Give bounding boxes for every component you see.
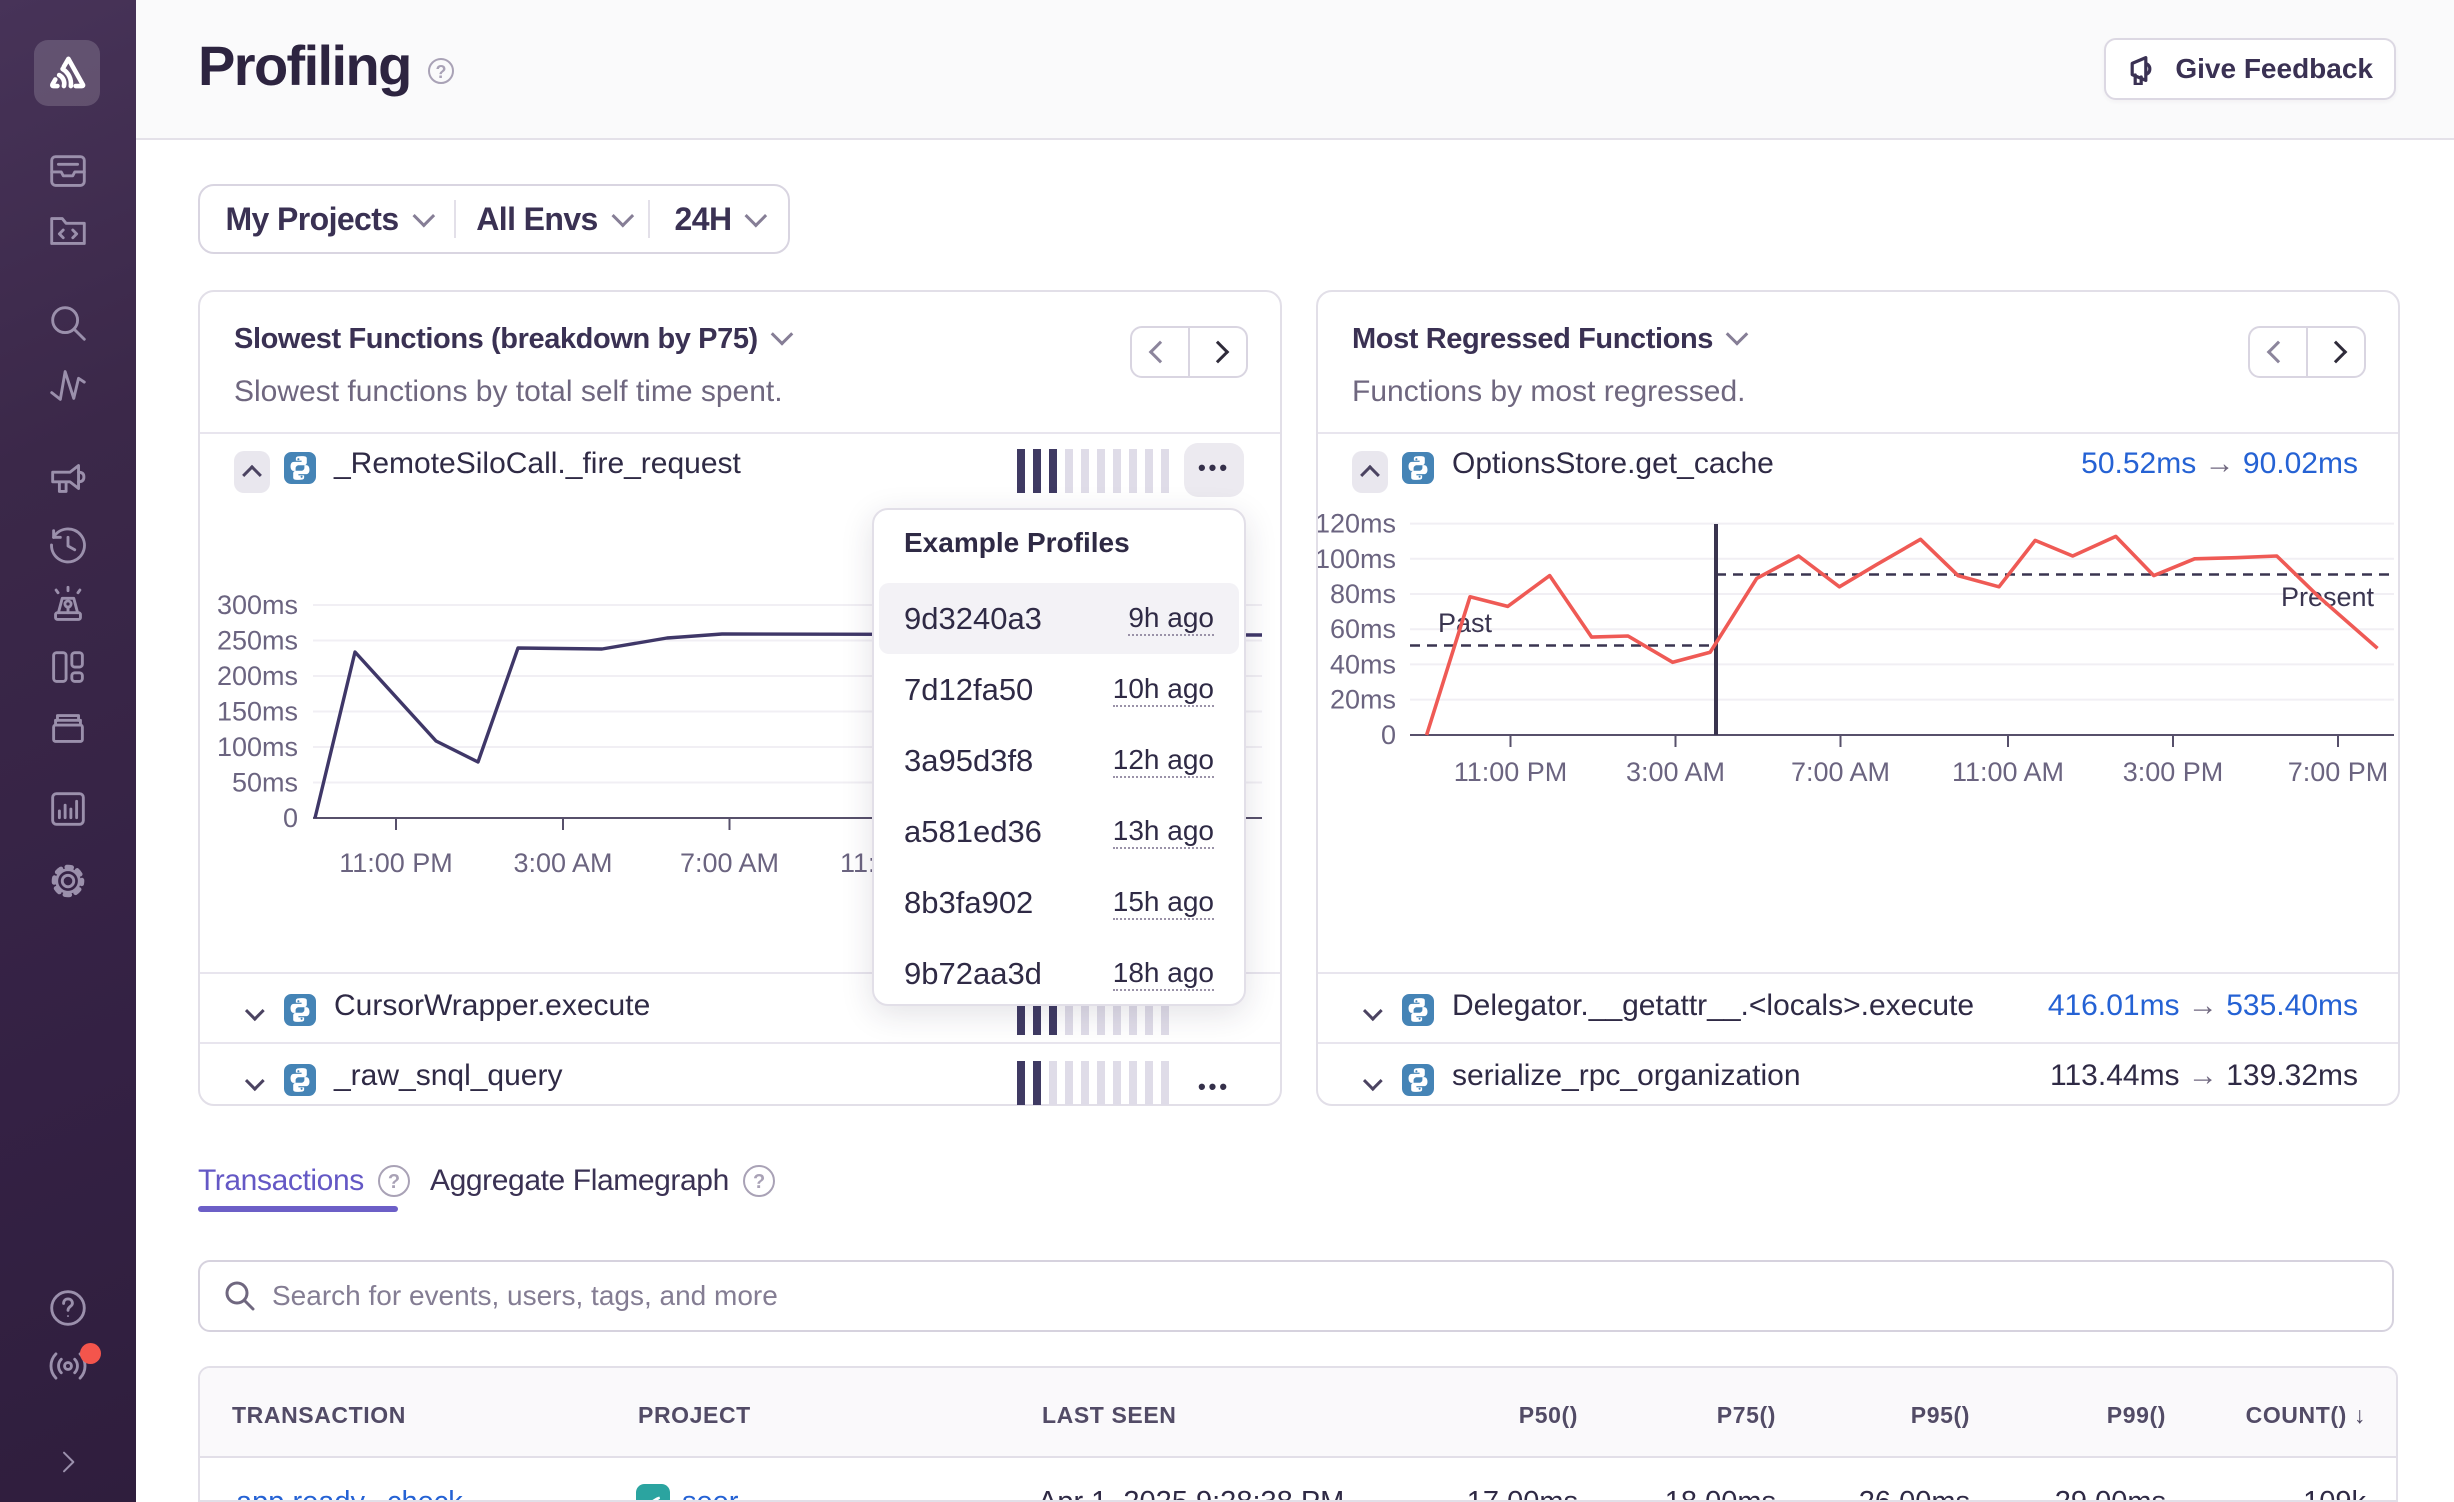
svg-text:3:00 PM: 3:00 PM (2123, 757, 2224, 787)
svg-text:3:00 AM: 3:00 AM (513, 848, 612, 878)
svg-text:3:00 AM: 3:00 AM (1626, 757, 1725, 787)
svg-text:11:00 PM: 11:00 PM (339, 848, 453, 878)
svg-text:100ms: 100ms (1318, 544, 1396, 574)
svg-text:Present: Present (2281, 582, 2375, 612)
svg-text:11:00 AM: 11:00 AM (1952, 757, 2064, 787)
svg-text:200ms: 200ms (217, 661, 298, 691)
svg-text:7:00 PM: 7:00 PM (2288, 757, 2389, 787)
svg-text:150ms: 150ms (217, 697, 298, 727)
svg-text:120ms: 120ms (1318, 512, 1396, 539)
svg-text:7:00 AM: 7:00 AM (1791, 757, 1890, 787)
svg-text:0: 0 (1381, 720, 1396, 750)
svg-text:50ms: 50ms (232, 768, 298, 798)
svg-text:7:00 AM: 7:00 AM (680, 848, 779, 878)
svg-text:40ms: 40ms (1330, 649, 1396, 679)
svg-text:60ms: 60ms (1330, 614, 1396, 644)
svg-text:20ms: 20ms (1330, 685, 1396, 715)
svg-text:0: 0 (283, 803, 298, 833)
svg-text:11:00 PM: 11:00 PM (1454, 757, 1568, 787)
svg-text:100ms: 100ms (217, 732, 298, 762)
svg-text:300ms: 300ms (217, 590, 298, 620)
svg-text:80ms: 80ms (1330, 579, 1396, 609)
svg-text:250ms: 250ms (217, 626, 298, 656)
